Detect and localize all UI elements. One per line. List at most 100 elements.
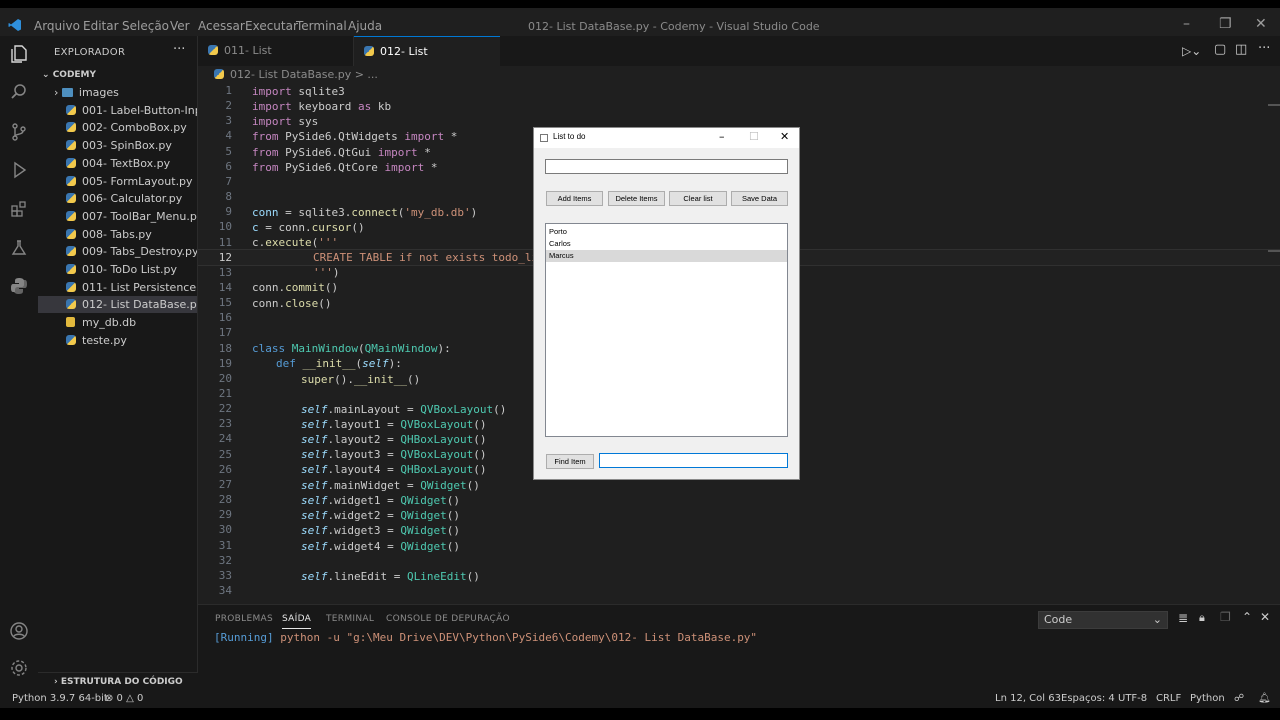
feedback-icon[interactable]: ☍ [1234,693,1244,704]
sidebar-item-py[interactable]: 003- SpinBox.py [38,137,197,154]
tab-list-database[interactable]: 012- List DataBase.py × [354,36,500,88]
line-number: 20 [218,371,232,385]
menu-terminal[interactable]: Terminal [296,19,347,33]
python-file-icon [66,122,76,133]
code-line: self.lineEdit = QLineEdit() [301,570,480,583]
python-file-icon [208,45,218,55]
dialog-titlebar[interactable]: List to do – ☐ ✕ [534,128,799,148]
sidebar-item-py[interactable]: teste.py [38,332,197,349]
indentation[interactable]: Espaços: 4 [1061,693,1115,704]
lock-icon[interactable]: 🔒︎ [1199,611,1205,625]
stop-icon[interactable]: ▢ [1214,42,1226,57]
menu-executar[interactable]: Executar [245,19,298,33]
account-icon[interactable] [7,621,31,645]
search-icon[interactable] [7,82,31,106]
encoding[interactable]: UTF-8 [1118,693,1147,704]
save-data-button[interactable]: Save Data [731,191,788,206]
close-panel-icon[interactable]: ✕ [1260,610,1270,624]
close-icon[interactable]: ✕ [780,130,789,143]
list-item[interactable]: Porto [546,226,787,238]
run-debug-icon[interactable] [7,160,31,184]
menu-selecao[interactable]: Seleção [122,19,169,33]
delete-items-button[interactable]: Delete Items [608,191,665,206]
copy-icon[interactable]: ❐ [1220,610,1231,624]
line-number: 5 [225,144,232,158]
source-control-icon[interactable] [7,122,31,146]
line-number: 23 [218,417,232,431]
more-actions-icon[interactable]: ··· [1258,41,1270,56]
sidebar-item-py[interactable]: 001- Label-Button-Inp... [38,102,197,119]
notifications-bell-icon[interactable]: 🔔︎ [1258,693,1271,704]
python-file-icon [66,104,76,115]
code-line: self.widget1 = QWidget() [301,494,460,507]
status-bar: Python 3.9.7 64-bit ⊗ 0 △ 0 Ln 12, Col 6… [0,690,1280,708]
clear-output-icon[interactable]: ≣ [1178,611,1188,625]
maximize-panel-icon[interactable]: ⌃ [1242,610,1252,624]
item-input[interactable] [545,159,788,174]
panel-tab-output[interactable]: SAÍDA [282,614,312,629]
cursor-position[interactable]: Ln 12, Col 63 [995,693,1061,704]
extensions-icon[interactable] [7,199,31,223]
list-item[interactable]: Carlos [546,238,787,250]
explorer-icon[interactable] [7,44,31,68]
run-file-icon[interactable]: ▷⌄ [1182,44,1201,58]
chevron-down-icon: ⌄ [1152,613,1162,626]
line-number: 22 [218,402,232,416]
line-number: 27 [218,477,232,491]
sidebar-item-py[interactable]: 009- Tabs_Destroy.py [38,243,197,260]
sidebar-item-py[interactable]: 008- Tabs.py [38,226,197,243]
sidebar-item-py[interactable]: 007- ToolBar_Menu.py [38,208,197,225]
window-title: 012- List DataBase.py - Codemy - Visual … [528,20,820,33]
language-mode[interactable]: Python [1190,693,1225,704]
panel-tab-terminal[interactable]: TERMINAL [326,614,374,624]
panel-tab-debug-console[interactable]: CONSOLE DE DEPURAÇÃO [386,614,510,624]
todo-list[interactable]: Porto Carlos Marcus [545,223,788,437]
sidebar-item-py[interactable]: 002- ComboBox.py [38,119,197,136]
minimize-icon[interactable]: – [719,130,725,143]
maximize-icon[interactable]: ☐ [749,130,759,143]
menu-ver[interactable]: Ver [170,19,190,33]
python-icon[interactable] [7,276,31,300]
testing-icon[interactable] [7,238,31,262]
outline-section[interactable]: › ESTRUTURA DO CÓDIGO [38,672,198,690]
sidebar-item-py[interactable]: 011- List Persistence.py [38,279,197,296]
settings-gear-icon[interactable] [7,658,31,682]
clear-list-button[interactable]: Clear list [669,191,727,206]
more-actions-icon[interactable]: ··· [173,42,185,57]
sidebar-item-py[interactable]: 004- TextBox.py [38,155,197,172]
list-item-selected[interactable]: Marcus [546,250,787,262]
menu-acessar[interactable]: Acessar [198,19,245,33]
breadcrumb[interactable]: 012- List DataBase.py > ... [198,66,1280,84]
output-line: [Running] python -u "g:\Meu Drive\DEV\Py… [214,631,758,644]
sidebar-item-folder[interactable]: › images [38,84,197,101]
sidebar-item-py[interactable]: 005- FormLayout.py [38,173,197,190]
restore-icon[interactable]: ❐ [1219,16,1232,32]
activity-bar [0,36,38,690]
split-editor-icon[interactable]: ◫ [1235,42,1247,57]
line-ending[interactable]: CRLF [1156,693,1181,704]
problems-count[interactable]: ⊗ 0 △ 0 [105,693,143,704]
menu-editar[interactable]: Editar [83,19,119,33]
menu-ajuda[interactable]: Ajuda [348,19,382,33]
list-to-do-window: List to do – ☐ ✕ Add Items Delete Items … [533,127,800,480]
output-channel-select[interactable]: Code ⌄ [1038,611,1168,629]
sidebar-item-py[interactable]: 006- Calculator.py [38,190,197,207]
menu-arquivo[interactable]: Arquivo [34,19,80,33]
find-input[interactable] [599,453,788,468]
find-item-button[interactable]: Find Item [546,454,594,469]
sidebar-item-db[interactable]: my_db.db [38,314,197,331]
minimize-icon[interactable]: – [1183,16,1190,32]
sidebar-item-py[interactable]: 010- ToDo List.py [38,261,197,278]
line-number: 18 [218,341,232,355]
line-number: 31 [218,538,232,552]
tab-list-persistence[interactable]: 011- List Persistence.py [198,36,354,87]
line-number: 14 [218,280,232,294]
line-number: 13 [218,265,232,279]
workspace-root[interactable]: ⌄ CODEMY [38,67,197,84]
python-interpreter[interactable]: Python 3.9.7 64-bit [12,693,108,704]
add-items-button[interactable]: Add Items [546,191,603,206]
sidebar-item-py[interactable]: 012- List DataBase.py [38,296,197,314]
panel-tab-problems[interactable]: PROBLEMAS [215,614,273,624]
code-line: self.widget4 = QWidget() [301,540,460,553]
close-window-icon[interactable]: ✕ [1255,16,1267,32]
